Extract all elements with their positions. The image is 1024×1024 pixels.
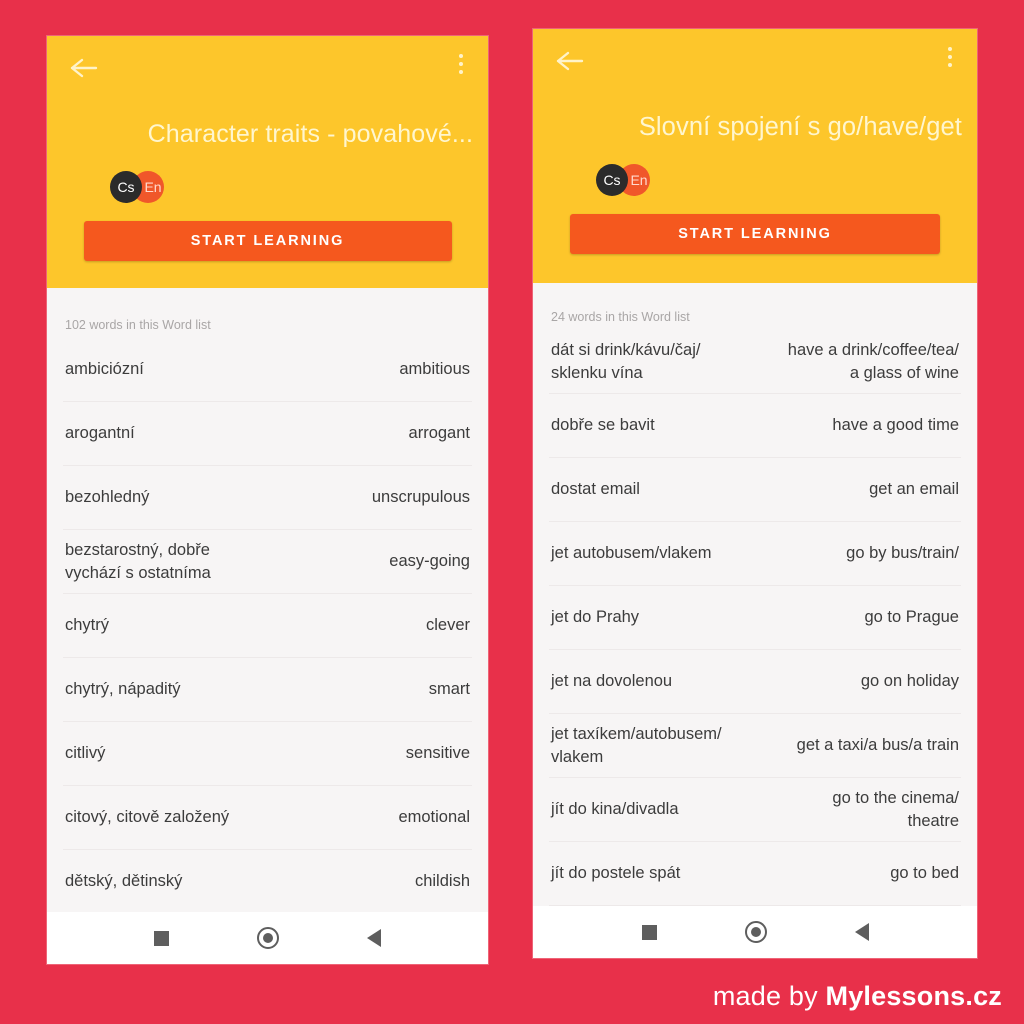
watermark-prefix: made by <box>712 981 826 1011</box>
table-row[interactable]: jít do kina/divadla go to the cinema/ th… <box>549 778 961 842</box>
word-source: citový, citově založený <box>65 808 230 827</box>
arrow-left-icon[interactable] <box>69 56 99 80</box>
table-row[interactable]: bezohledný unscrupulous <box>63 466 472 530</box>
start-learning-button[interactable]: START LEARNING <box>83 221 452 261</box>
table-row[interactable]: citlivý sensitive <box>63 722 472 786</box>
word-translation: unscrupulous <box>371 488 470 507</box>
word-translation: childish <box>414 872 470 891</box>
word-source: chytrý, nápaditý <box>65 680 181 699</box>
table-row[interactable]: dostat email get an email <box>549 458 961 522</box>
overflow-menu-icon[interactable] <box>450 54 472 80</box>
android-navigation-bar-left <box>47 912 488 964</box>
word-source: ambiciózní <box>65 360 144 379</box>
word-source: arogantní <box>65 424 135 443</box>
table-row[interactable]: jet taxíkem/autobusem/ vlakem get a taxi… <box>549 714 961 778</box>
word-count-label: 24 words in this Word list <box>551 310 690 324</box>
word-translation: have a drink/coffee/tea/ a glass of wine <box>787 340 959 382</box>
word-translation: go on holiday <box>860 672 959 691</box>
word-translation: go to Prague <box>864 608 960 627</box>
watermark-brand: Mylessons.cz <box>825 981 1002 1011</box>
word-count-label: 102 words in this Word list <box>65 318 211 332</box>
table-row[interactable]: dát si drink/kávu/čaj/ sklenku vína have… <box>549 330 961 394</box>
word-source: bezohledný <box>65 488 150 507</box>
table-row[interactable]: citový, citově založený emotional <box>63 786 472 850</box>
word-source: jít do postele spát <box>551 864 681 883</box>
page-title: Character traits - povahové... <box>147 120 473 148</box>
word-source: chytrý <box>65 616 110 635</box>
word-list-right: 24 words in this Word list dát si drink/… <box>533 283 977 906</box>
triangle-back-icon[interactable] <box>854 923 869 941</box>
word-source: dát si drink/kávu/čaj/ sklenku vína <box>551 340 701 382</box>
word-translation: clever <box>425 616 470 635</box>
android-navigation-bar-right <box>533 906 977 958</box>
table-row[interactable]: chytrý, nápaditý smart <box>63 658 472 722</box>
app-bar-right <box>533 29 977 91</box>
watermark: made by Mylessons.cz <box>713 981 1002 1012</box>
square-recents-icon[interactable] <box>641 924 657 940</box>
circle-home-icon[interactable] <box>257 927 279 949</box>
word-translation: go by bus/train/ <box>846 544 959 563</box>
table-row[interactable]: ambiciózní ambitious <box>63 338 472 402</box>
circle-home-icon[interactable] <box>744 921 767 943</box>
start-learning-button[interactable]: START LEARNING <box>570 214 940 254</box>
word-translation: emotional <box>398 808 470 827</box>
word-translation: get a taxi/a bus/a train <box>796 736 959 755</box>
word-source: dostat email <box>551 480 640 499</box>
word-source: jet do Prahy <box>551 608 640 627</box>
word-source: jet autobusem/vlakem <box>551 544 712 563</box>
word-translation: go to the cinema/ theatre <box>832 788 959 830</box>
table-row[interactable]: jet do Prahy go to Prague <box>549 586 961 650</box>
language-badge-cs[interactable]: Cs <box>110 171 142 203</box>
word-source: jít do kina/divadla <box>551 800 679 819</box>
table-row[interactable]: jet na dovolenou go on holiday <box>549 650 961 714</box>
table-row[interactable]: dětský, dětinský childish <box>63 850 472 914</box>
word-source: jet taxíkem/autobusem/ vlakem <box>551 724 722 766</box>
table-row[interactable]: jet autobusem/vlakem go by bus/train/ <box>549 522 961 586</box>
app-header-left: Character traits - povahové... Cs En STA… <box>47 36 488 288</box>
language-badge-cs[interactable]: Cs <box>596 164 628 196</box>
word-source: dobře se bavit <box>551 416 655 435</box>
word-translation: go to bed <box>890 864 959 883</box>
word-source: jet na dovolenou <box>551 672 673 691</box>
word-translation: arrogant <box>408 424 470 443</box>
word-translation: easy-going <box>389 552 470 571</box>
language-badges-left: Cs En <box>47 171 488 205</box>
arrow-left-icon[interactable] <box>555 49 585 73</box>
phone-screenshot-left: Character traits - povahové... Cs En STA… <box>47 36 488 964</box>
word-translation: smart <box>428 680 470 699</box>
word-source: dětský, dětinský <box>65 872 183 891</box>
word-source: bezstarostný, dobře vychází s ostatníma <box>65 540 211 582</box>
word-translation: get an email <box>869 480 959 499</box>
triangle-back-icon[interactable] <box>367 929 381 947</box>
word-translation: sensitive <box>405 744 470 763</box>
page-title: Slovní spojení s go/have/get <box>638 113 962 141</box>
table-row[interactable]: chytrý clever <box>63 594 472 658</box>
language-badges-right: Cs En <box>533 164 977 198</box>
table-row[interactable]: arogantní arrogant <box>63 402 472 466</box>
word-translation: ambitious <box>399 360 470 379</box>
overflow-menu-icon[interactable] <box>939 47 961 73</box>
square-recents-icon[interactable] <box>154 930 169 946</box>
app-header-right: Slovní spojení s go/have/get Cs En START… <box>533 29 977 283</box>
word-source: citlivý <box>65 744 106 763</box>
word-translation: have a good time <box>832 416 959 435</box>
table-row[interactable]: jít do postele spát go to bed <box>549 842 961 906</box>
word-list-left: 102 words in this Word list ambiciózní a… <box>47 288 488 914</box>
table-row[interactable]: bezstarostný, dobře vychází s ostatníma … <box>63 530 472 594</box>
phone-screenshot-right: Slovní spojení s go/have/get Cs En START… <box>533 29 977 958</box>
table-row[interactable]: dobře se bavit have a good time <box>549 394 961 458</box>
app-bar-left <box>47 36 488 98</box>
